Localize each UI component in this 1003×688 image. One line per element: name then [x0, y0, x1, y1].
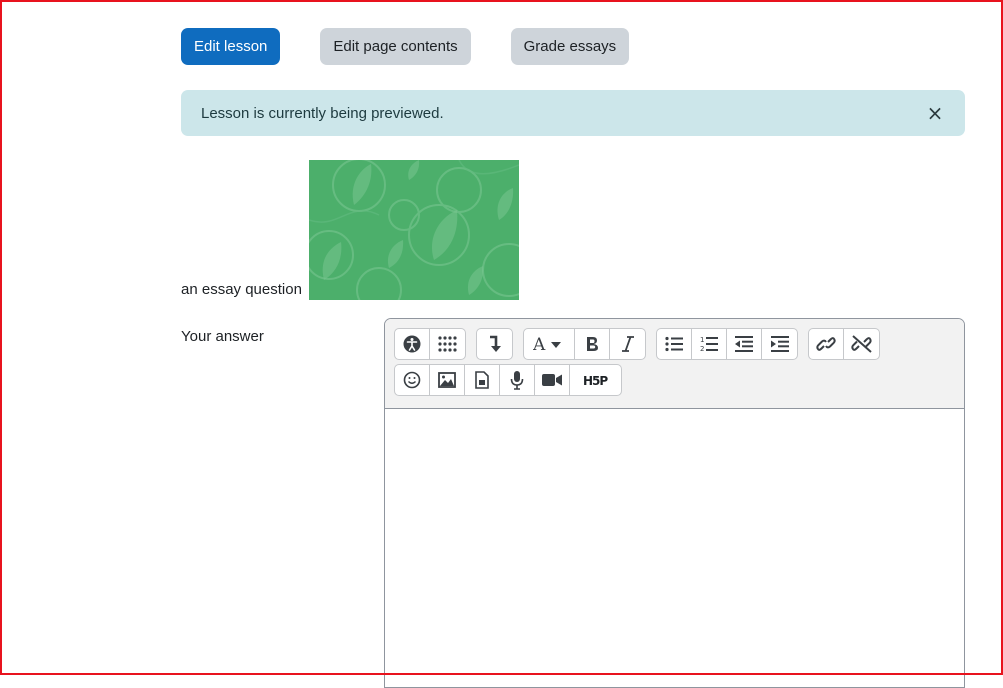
accessibility-group	[394, 328, 466, 360]
accessibility-checker-icon[interactable]	[395, 329, 430, 359]
image-icon[interactable]	[430, 365, 465, 395]
toggle-group	[476, 328, 513, 360]
edit-lesson-button[interactable]: Edit lesson	[181, 28, 281, 65]
svg-text:A: A	[533, 335, 546, 353]
unordered-list-icon[interactable]	[657, 329, 692, 359]
answer-text-area[interactable]	[385, 409, 964, 687]
question-text: an essay question	[181, 281, 302, 298]
link-icon[interactable]	[809, 329, 844, 359]
question: an essay question	[181, 160, 519, 300]
close-icon[interactable]: ×	[925, 103, 945, 123]
question-image	[308, 160, 519, 300]
screenreader-helper-icon[interactable]	[430, 329, 465, 359]
lesson-action-bar: Edit lesson Edit page contents Grade ess…	[181, 28, 630, 65]
toolbar-row-2: H5P	[394, 364, 955, 396]
edit-page-contents-button[interactable]: Edit page contents	[320, 28, 471, 65]
alert-message: Lesson is currently being previewed.	[201, 104, 444, 122]
outdent-icon[interactable]	[727, 329, 762, 359]
format-group: A	[523, 328, 646, 360]
toolbar-row-1: A 12	[394, 328, 955, 360]
svg-text:2: 2	[700, 345, 704, 353]
svg-text:1: 1	[700, 336, 704, 344]
unlink-icon[interactable]	[844, 329, 879, 359]
insert-group: H5P	[394, 364, 622, 396]
grade-essays-button[interactable]: Grade essays	[510, 28, 630, 65]
media-file-icon[interactable]	[465, 365, 500, 395]
font-color-icon[interactable]: A	[524, 329, 575, 359]
link-group	[808, 328, 880, 360]
toolbar-toggle-icon[interactable]	[477, 329, 512, 359]
ordered-list-icon[interactable]: 12	[692, 329, 727, 359]
preview-alert: Lesson is currently being previewed. ×	[181, 90, 965, 136]
record-video-icon[interactable]	[535, 365, 570, 395]
indent-icon[interactable]	[762, 329, 797, 359]
list-group: 12	[656, 328, 798, 360]
answer-editor: A 12 H5P	[384, 318, 965, 688]
italic-icon[interactable]	[610, 329, 645, 359]
h5p-icon[interactable]: H5P	[570, 365, 621, 395]
svg-text:H5P: H5P	[583, 374, 608, 387]
record-audio-icon[interactable]	[500, 365, 535, 395]
leaf-pattern-image	[308, 160, 519, 300]
bold-icon[interactable]	[575, 329, 610, 359]
answer-label: Your answer	[181, 328, 264, 345]
editor-toolbar: A 12 H5P	[385, 319, 964, 409]
emoji-icon[interactable]	[395, 365, 430, 395]
